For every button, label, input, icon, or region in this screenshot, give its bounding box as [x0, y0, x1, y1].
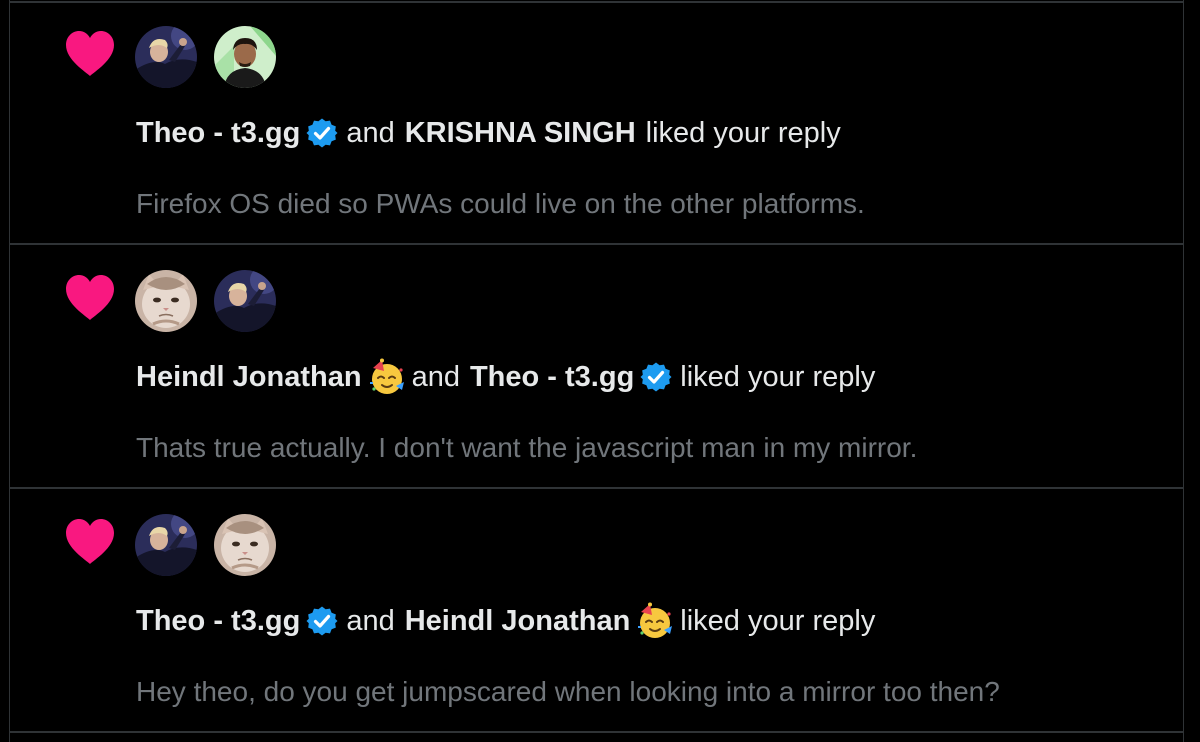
connector-text: and	[346, 605, 395, 637]
theo-avatar-image	[214, 270, 276, 332]
notification-item[interactable]: Theo - t3.gg and KRISHNA SINGH liked you…	[9, 1, 1184, 245]
user-name-link[interactable]: KRISHNA SINGH	[405, 113, 636, 153]
theo-avatar-image	[135, 26, 197, 88]
avatar-heindl[interactable]	[214, 514, 276, 576]
avatar-theo[interactable]	[135, 26, 197, 88]
notification-headline: Theo - t3.gg and KRISHNA SINGH liked you…	[136, 113, 841, 153]
heart-icon	[64, 274, 116, 322]
cat-avatar-image	[214, 514, 276, 576]
action-text: liked your reply	[645, 117, 841, 149]
partying-face-emoji-icon	[368, 358, 406, 396]
user-name-link[interactable]: Theo - t3.gg	[136, 601, 300, 641]
action-text: liked your reply	[680, 605, 876, 637]
notification-item[interactable]: Theo - t3.gg and Heindl Jonathan liked y…	[9, 489, 1184, 733]
action-text: liked your reply	[680, 361, 876, 393]
verified-badge-icon	[640, 361, 672, 393]
verified-badge-icon	[306, 117, 338, 149]
avatar-heindl[interactable]	[135, 270, 197, 332]
divider	[9, 731, 1184, 733]
user-name-link[interactable]: Heindl Jonathan	[136, 357, 362, 397]
connector-text: and	[411, 361, 460, 393]
krishna-avatar-image	[214, 26, 276, 88]
user-name-link[interactable]: Theo - t3.gg	[136, 113, 300, 153]
notification-headline: Theo - t3.gg and Heindl Jonathan liked y…	[136, 601, 875, 641]
user-name-link[interactable]: Heindl Jonathan	[405, 601, 631, 641]
heart-icon	[64, 30, 116, 78]
heart-icon	[64, 518, 116, 566]
user-name-link[interactable]: Theo - t3.gg	[470, 357, 634, 397]
verified-badge-icon	[306, 605, 338, 637]
theo-avatar-image	[135, 514, 197, 576]
reply-preview-text[interactable]: Thats true actually. I don't want the ja…	[136, 428, 917, 468]
avatar-theo[interactable]	[135, 514, 197, 576]
divider	[9, 1, 1184, 3]
avatar-theo[interactable]	[214, 270, 276, 332]
partying-face-emoji-icon	[636, 602, 674, 640]
notification-headline: Heindl Jonathan and Theo - t3.gg liked y…	[136, 357, 875, 397]
notifications-feed: Theo - t3.gg and KRISHNA SINGH liked you…	[0, 0, 1200, 742]
notification-item[interactable]: Heindl Jonathan and Theo - t3.gg liked y…	[9, 245, 1184, 489]
cat-avatar-image	[135, 270, 197, 332]
reply-preview-text[interactable]: Firefox OS died so PWAs could live on th…	[136, 184, 865, 224]
reply-preview-text[interactable]: Hey theo, do you get jumpscared when loo…	[136, 672, 1000, 712]
avatar-krishna[interactable]	[214, 26, 276, 88]
connector-text: and	[346, 117, 395, 149]
